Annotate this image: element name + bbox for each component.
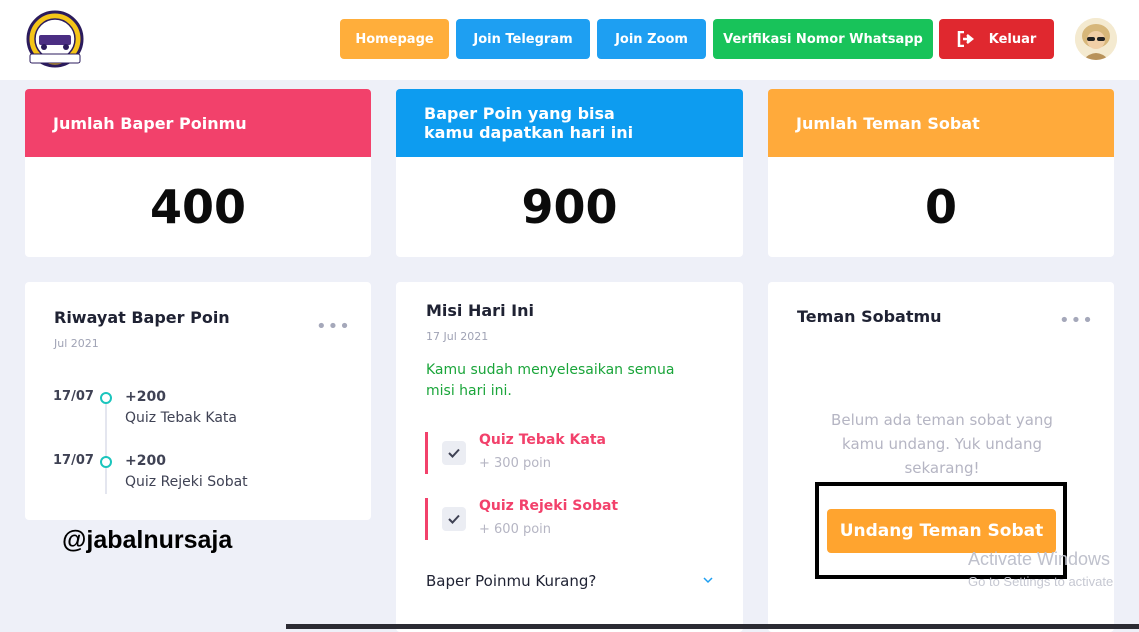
total-points-header: Jumlah Baper Poinmu: [25, 89, 371, 157]
mission-title: Quiz Tebak Kata: [479, 432, 606, 448]
daily-points-label-line1: Baper Poin yang bisa: [424, 104, 615, 123]
friend-count-label: Jumlah Teman Sobat: [796, 113, 980, 133]
logout-label: Keluar: [988, 31, 1037, 47]
site-logo[interactable]: [24, 10, 86, 68]
friends-empty-message: Belum ada teman sobat yang kamu undang. …: [831, 411, 1053, 477]
homepage-button[interactable]: Homepage: [340, 19, 449, 59]
mission-accent-bar: [425, 498, 428, 540]
timeline-dot-icon: [100, 456, 112, 468]
user-avatar[interactable]: [1075, 18, 1117, 60]
missions-done-message: Kamu sudah menyelesaikan semua misi hari…: [426, 362, 675, 399]
mission-item: Quiz Tebak Kata + 300 poin: [425, 432, 725, 474]
timeline-line: [105, 400, 107, 494]
history-title: Riwayat Baper Poin: [54, 308, 230, 327]
watermark-text: @jabalnursaja: [62, 526, 233, 554]
windows-activation-title: Activate Windows: [968, 549, 1111, 569]
join-zoom-label: Join Zoom: [615, 31, 688, 47]
friend-count-value: 0: [924, 180, 957, 234]
friend-count-header: Jumlah Teman Sobat: [768, 89, 1114, 157]
history-item-date: 17/07: [53, 389, 94, 404]
page-scrollbar[interactable]: [1133, 80, 1139, 626]
windows-activation-subtitle: Go to Settings to activate: [968, 574, 1114, 589]
mission-title: Quiz Rejeki Sobat: [479, 498, 619, 514]
points-lacking-toggle[interactable]: Baper Poinmu Kurang?: [426, 572, 596, 590]
verify-whatsapp-label: Verifikasi Nomor Whatsapp: [723, 31, 923, 47]
top-navbar: Homepage Join Telegram Join Zoom Verifik…: [0, 0, 1139, 80]
daily-points-card: Baper Poin yang bisa kamu dapatkan hari …: [396, 89, 743, 257]
history-more-icon[interactable]: •••: [316, 316, 351, 337]
checkbox-checked-icon[interactable]: [442, 507, 466, 531]
daily-missions-panel: Misi Hari Ini 17 Jul 2021 Kamu sudah men…: [396, 282, 743, 632]
daily-points-value: 900: [521, 180, 618, 234]
history-item-points: +200: [125, 389, 166, 405]
logout-button[interactable]: Keluar: [939, 19, 1054, 59]
history-item-points: +200: [125, 453, 166, 469]
timeline-dot-icon: [100, 392, 112, 404]
points-history-panel: Riwayat Baper Poin Jul 2021 ••• 17/07 +2…: [25, 282, 371, 520]
checkbox-checked-icon[interactable]: [442, 441, 466, 465]
history-period: Jul 2021: [54, 337, 99, 350]
history-item-desc: Quiz Tebak Kata: [125, 410, 237, 426]
total-points-card: Jumlah Baper Poinmu 400: [25, 89, 371, 257]
horizontal-scrollbar[interactable]: [286, 624, 1139, 629]
homepage-label: Homepage: [355, 31, 434, 47]
missions-title: Misi Hari Ini: [426, 301, 534, 320]
history-item-desc: Quiz Rejeki Sobat: [125, 474, 248, 490]
daily-points-label-line2: kamu dapatkan hari ini: [424, 123, 634, 142]
total-points-value: 400: [149, 180, 247, 234]
friends-title: Teman Sobatmu: [797, 307, 942, 326]
total-points-label: Jumlah Baper Poinmu: [53, 113, 247, 133]
missions-date: 17 Jul 2021: [426, 330, 489, 343]
mission-accent-bar: [425, 432, 428, 474]
mission-points: + 300 poin: [479, 456, 552, 471]
join-zoom-button[interactable]: Join Zoom: [597, 19, 706, 59]
friends-more-icon[interactable]: •••: [1059, 310, 1094, 331]
chevron-down-icon[interactable]: [702, 574, 714, 586]
join-telegram-label: Join Telegram: [473, 31, 573, 47]
friend-count-card: Jumlah Teman Sobat 0: [768, 89, 1114, 257]
logout-icon: [957, 31, 974, 47]
join-telegram-button[interactable]: Join Telegram: [456, 19, 590, 59]
daily-points-header: Baper Poin yang bisa kamu dapatkan hari …: [396, 89, 743, 157]
history-item-date: 17/07: [53, 453, 94, 468]
verify-whatsapp-button[interactable]: Verifikasi Nomor Whatsapp: [713, 19, 933, 59]
mission-item: Quiz Rejeki Sobat + 600 poin: [425, 498, 725, 540]
mission-points: + 600 poin: [479, 522, 552, 537]
